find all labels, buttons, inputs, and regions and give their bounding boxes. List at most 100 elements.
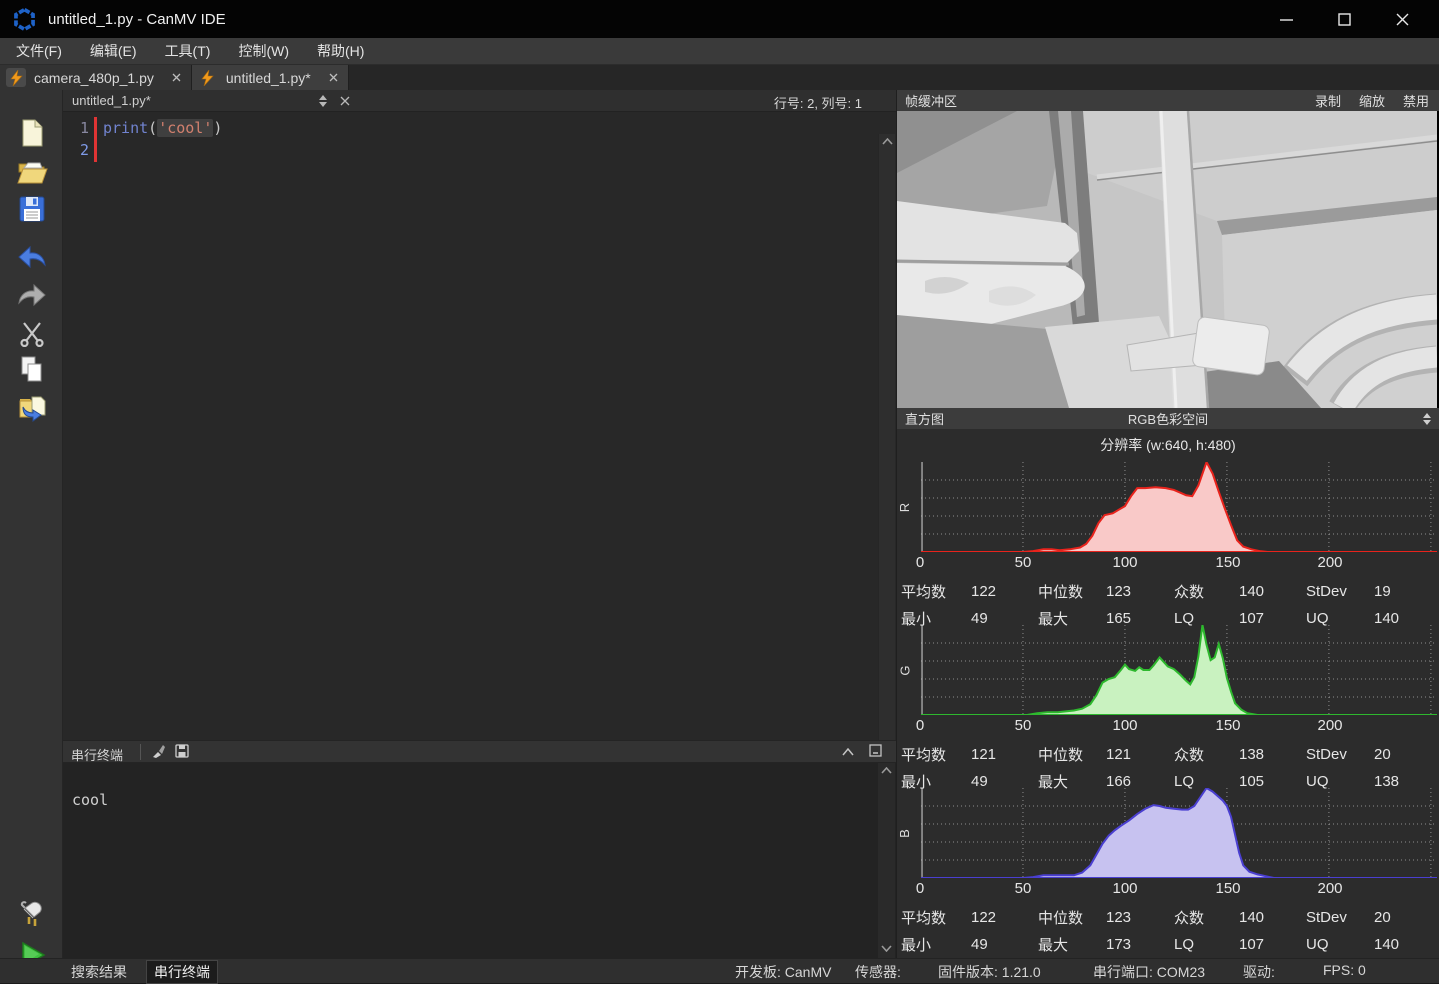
editor-pane: untitled_1.py* 行号: 2, 列号: 1 1 print('coo… [63,90,896,958]
open-file-button[interactable] [15,154,49,188]
window-title: untitled_1.py - CanMV IDE [48,11,226,28]
stat-value: 20 [1374,909,1436,926]
minimize-button[interactable] [1257,0,1315,38]
histogram-block-b: B 050100150200 平均数122 中位数123 众数140 StDev… [897,788,1439,952]
undo-button[interactable] [15,240,49,274]
histogram-stats-b: 平均数122 中位数123 众数140 StDev20 最小49 最大173 L… [901,904,1436,958]
maximize-button[interactable] [1315,0,1373,38]
stat-value: 140 [1374,936,1436,953]
colorspace-dropdown[interactable]: RGB色彩空间 [897,409,1439,428]
expand-terminal-icon[interactable] [869,744,882,760]
stat-label: 众数 [1174,581,1239,602]
document-selector-icon[interactable] [319,95,327,107]
connect-button[interactable] [15,898,49,932]
stat-label: 众数 [1174,744,1239,765]
stat-label: LQ [1174,936,1239,953]
search-results-tab[interactable]: 搜索结果 [71,962,127,982]
terminal-title: 串行终端 [71,745,123,764]
menu-help[interactable]: 帮助(H) [303,37,378,65]
colorspace-dropdown-arrows-icon[interactable] [1423,413,1431,425]
stat-value: 138 [1239,746,1306,763]
stat-label: 平均数 [901,907,971,928]
collapse-terminal-icon[interactable] [842,744,854,759]
copy-button[interactable] [15,353,49,387]
stat-label: 中位数 [1038,744,1106,765]
record-button[interactable]: 录制 [1315,91,1341,110]
titlebar: untitled_1.py - CanMV IDE [0,0,1439,38]
new-file-button[interactable] [15,116,49,150]
histogram-header: 直方图 RGB色彩空间 [897,408,1439,429]
serial-terminal-output[interactable]: cool [63,763,896,958]
document-close-icon[interactable] [340,94,350,109]
canmv-ide-window: untitled_1.py - CanMV IDE 文件(F) 编辑(E) 工具… [0,0,1439,983]
fps-status: FPS: 0 [1323,962,1366,978]
resolution-label: 分辨率 (w:640, h:480) [897,435,1439,455]
terminal-output-text: cool [72,791,108,809]
frame-buffer-header: 帧缓冲区 录制 缩放 禁用 [897,90,1439,111]
python-file-icon [6,68,26,87]
tab-camera-480p[interactable]: camera_480p_1.py [0,65,192,90]
tab-untitled[interactable]: untitled_1.py* [192,65,349,90]
x-axis-ticks: 050100150200 [897,717,1439,739]
terminal-header: 串行终端 [63,740,896,763]
histogram-block-r: R 050100150200 平均数122 中位数123 众数140 StDev… [897,462,1439,626]
line-number: 1 [63,117,89,139]
channel-label: R [897,503,912,512]
tab-close-icon[interactable] [172,73,181,82]
stat-label: UQ [1306,936,1374,953]
serial-terminal-tab[interactable]: 串行终端 [146,960,218,984]
stat-label: StDev [1306,909,1374,926]
stat-value: 49 [971,936,1038,953]
frame-buffer-title: 帧缓冲区 [905,91,957,110]
tab-label: camera_480p_1.py [34,70,154,86]
stat-label: 中位数 [1038,907,1106,928]
cut-button[interactable] [15,316,49,350]
histogram-plot-r: R [921,462,1437,552]
cursor-position-status: 行号: 2, 列号: 1 [774,93,862,112]
histogram-block-g: G 050100150200 平均数121 中位数121 众数138 StDev… [897,625,1439,789]
code-text: print('cool') [103,117,222,139]
menu-file[interactable]: 文件(F) [2,37,76,65]
tab-label: untitled_1.py* [226,70,311,86]
stat-label: 平均数 [901,744,971,765]
separator [140,744,141,760]
code-line: 1 print('cool') [63,117,896,139]
close-button[interactable] [1373,0,1431,38]
channel-label: B [897,829,912,838]
menu-edit[interactable]: 编辑(E) [76,37,151,65]
terminal-scrollbar[interactable] [878,763,895,958]
editor-scrollbar[interactable] [878,134,895,762]
frame-buffer-panel: 帧缓冲区 录制 缩放 禁用 [896,90,1439,958]
paste-button[interactable] [15,391,49,425]
tab-close-icon[interactable] [329,73,338,82]
stat-value: 173 [1106,936,1174,953]
stat-label: 中位数 [1038,581,1106,602]
document-title: untitled_1.py* [72,93,151,108]
stat-value: 122 [971,583,1038,600]
histogram-stats-r: 平均数122 中位数123 众数140 StDev19 最小49 最大165 L… [901,578,1436,632]
main-area: untitled_1.py* 行号: 2, 列号: 1 1 print('coo… [0,90,1439,958]
stat-label: 平均数 [901,581,971,602]
redo-button[interactable] [15,278,49,312]
stat-value: 121 [1106,746,1174,763]
editor-header: untitled_1.py* 行号: 2, 列号: 1 [63,90,896,112]
code-editor[interactable]: 1 print('cool') 2 [63,112,896,740]
python-file-icon [198,68,218,87]
save-log-icon[interactable] [175,744,189,761]
app-logo-icon [13,8,36,31]
zoom-button[interactable]: 缩放 [1359,91,1385,110]
stat-value: 122 [971,909,1038,926]
menu-control[interactable]: 控制(W) [224,37,303,65]
driver-status: 驱动: [1243,962,1275,982]
sensor-status: 传感器: [855,962,901,982]
serial-port-status: 串行端口: COM23 [1093,962,1205,982]
modified-lines-marker [94,117,97,162]
clear-terminal-icon[interactable] [151,744,166,762]
save-file-button[interactable] [15,192,49,226]
camera-frame-image [897,111,1439,408]
file-tabbar: camera_480p_1.py untitled_1.py* [0,65,1439,90]
stat-value: 140 [1239,909,1306,926]
menu-tools[interactable]: 工具(T) [151,37,225,65]
disable-button[interactable]: 禁用 [1403,91,1429,110]
histogram-body: 分辨率 (w:640, h:480) R 050100150200 平均数122… [897,430,1439,958]
